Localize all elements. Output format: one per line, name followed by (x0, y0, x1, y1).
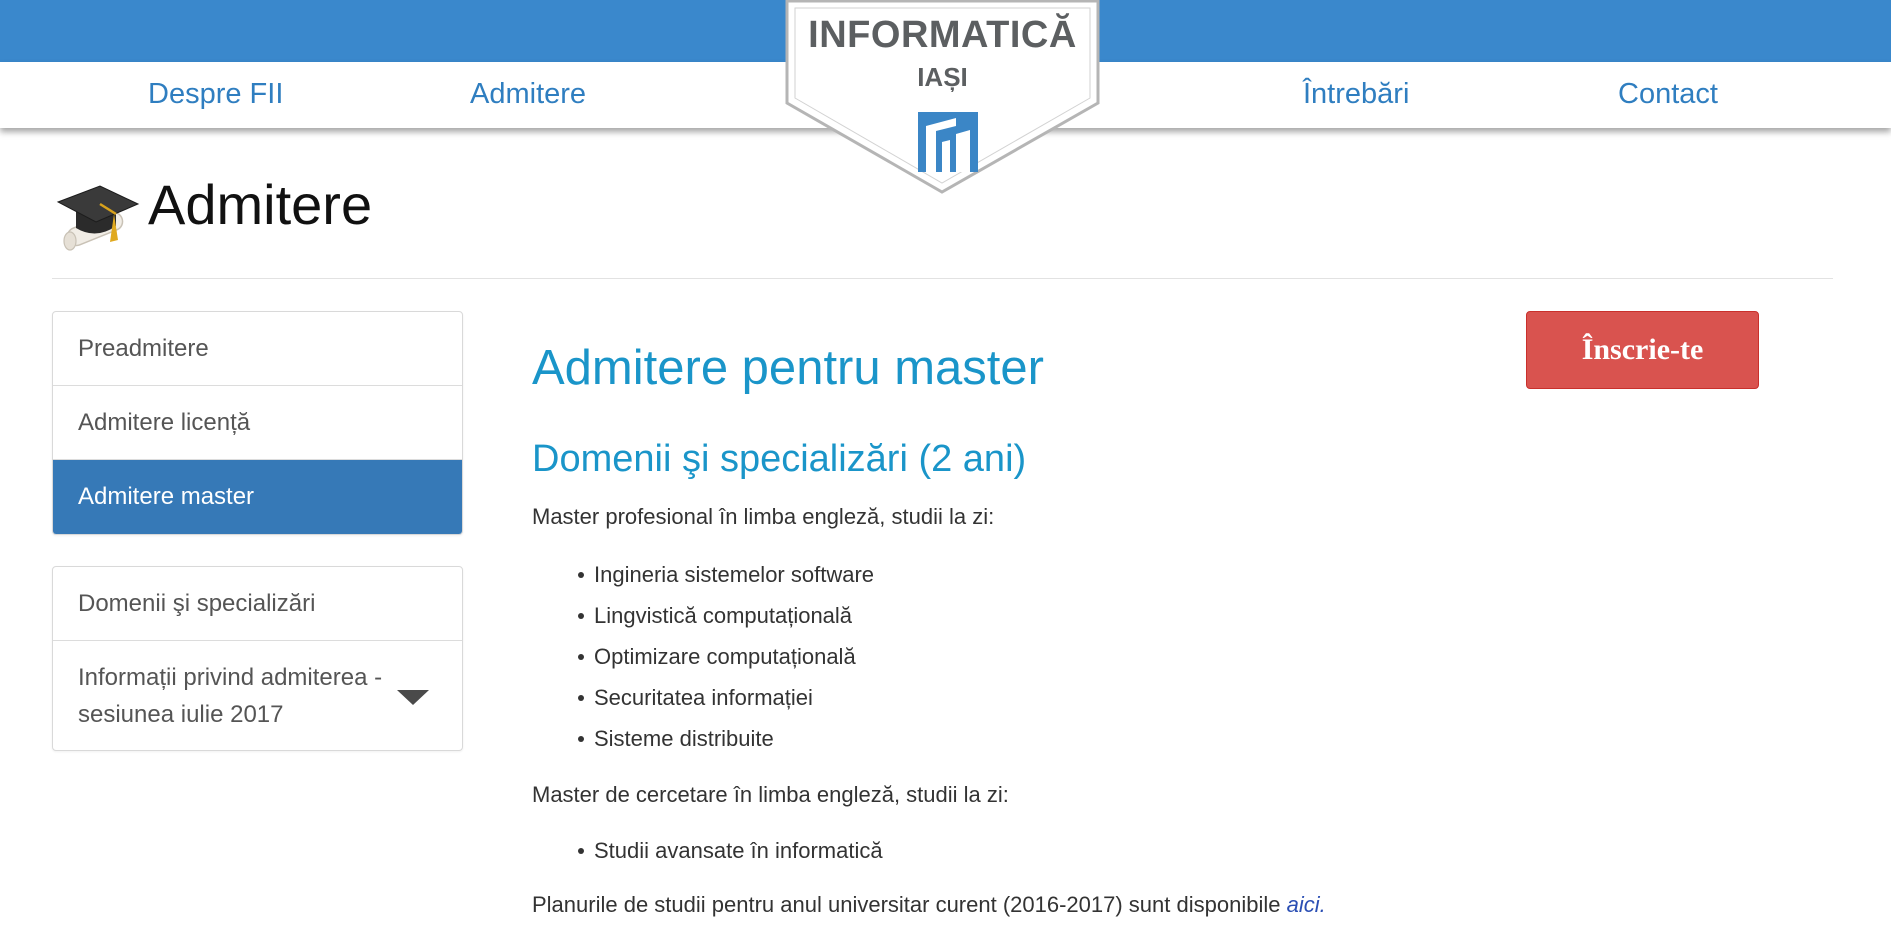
sidebar-menu: Preadmitere Admitere licență Admitere ma… (52, 311, 463, 535)
nav-intrebari[interactable]: Întrebări (1303, 78, 1409, 111)
caret-down-icon[interactable] (397, 690, 429, 705)
page-title: Admitere (148, 173, 373, 236)
sidebar-item-preadmitere[interactable]: Preadmitere (53, 312, 462, 386)
list-professional-masters: Ingineria sistemelor software Lingvistic… (532, 554, 874, 759)
study-plans-paragraph: Planurile de studii pentru anul universi… (532, 892, 1326, 918)
sidebar-item-informatii[interactable]: Informații privind admiterea - sesiunea … (53, 641, 462, 750)
list-item: Studii avansate în informatică (532, 830, 883, 871)
sidebar-item-domenii[interactable]: Domenii şi specializări (53, 567, 462, 641)
sidebar-submenu: Domenii şi specializări Informații privi… (52, 566, 463, 751)
fii-mark-icon (918, 112, 978, 172)
nav-despre-fii[interactable]: Despre FII (148, 78, 283, 111)
divider (52, 278, 1833, 279)
sidebar-item-admitere-master[interactable]: Admitere master (53, 460, 462, 534)
sidebar-item-informatii-label: Informații privind admiterea - sesiunea … (78, 663, 383, 728)
list-research-masters: Studii avansate în informatică (532, 830, 883, 871)
nav-contact[interactable]: Contact (1618, 78, 1718, 111)
graduation-cap-icon (56, 185, 140, 251)
list-item: Securitatea informației (532, 677, 874, 718)
study-plans-text: Planurile de studii pentru anul universi… (532, 892, 1287, 917)
site-logo[interactable]: INFORMATICĂ IAȘI (785, 0, 1100, 194)
list-item: Optimizare computațională (532, 636, 874, 677)
list-item: Sisteme distribuite (532, 718, 874, 759)
intro-research: Master de cercetare în limba engleză, st… (532, 782, 1009, 807)
list-item: Ingineria sistemelor software (532, 554, 874, 595)
study-plans-link[interactable]: aici. (1287, 892, 1326, 917)
sidebar-item-admitere-licenta[interactable]: Admitere licență (53, 386, 462, 460)
section-heading: Domenii şi specializări (2 ani) (532, 438, 1027, 480)
list-item: Lingvistică computațională (532, 595, 874, 636)
logo-text-iasi: IAȘI (917, 62, 968, 92)
logo-text-informatica: INFORMATICĂ (808, 14, 1077, 56)
nav-admitere[interactable]: Admitere (470, 78, 586, 111)
signup-button[interactable]: Înscrie-te (1526, 311, 1759, 389)
intro-professional: Master profesional în limba engleză, stu… (532, 504, 995, 529)
content-title: Admitere pentru master (532, 341, 1044, 395)
